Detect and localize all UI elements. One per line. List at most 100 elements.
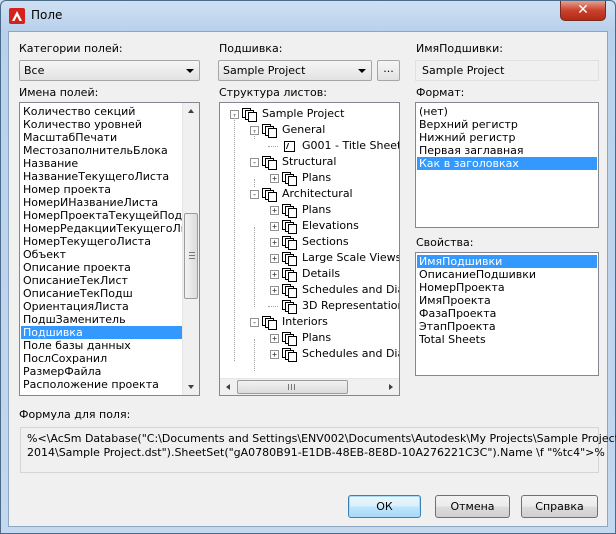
field-name-item[interactable]: Объект (21, 248, 183, 261)
tree-node[interactable]: 3D Representations (220, 298, 399, 314)
expand-icon[interactable]: + (270, 286, 279, 295)
field-name-item[interactable]: Подшивка (21, 326, 183, 339)
tree-node[interactable]: + Large Scale Views (220, 250, 399, 266)
field-name-item[interactable]: ОписаниеТекПодш (21, 287, 183, 300)
collapse-icon[interactable]: - (250, 318, 259, 327)
expand-icon[interactable]: + (270, 254, 279, 263)
subset-icon (282, 299, 299, 314)
sheetset-icon (242, 107, 259, 122)
tree-node[interactable]: + Details (220, 266, 399, 282)
tree-node[interactable]: + Schedules and Diagr (220, 282, 399, 298)
field-name-item[interactable]: НомерТекущегоЛиста (21, 235, 183, 248)
property-item[interactable]: ИмяПроекта (417, 294, 597, 307)
ok-button[interactable]: ОК (348, 495, 421, 518)
expand-icon[interactable]: + (270, 206, 279, 215)
property-item[interactable]: ЭтапПроекта (417, 320, 597, 333)
sheet-icon (282, 139, 299, 153)
expand-icon[interactable]: + (270, 174, 279, 183)
field-name-item[interactable]: Поле базы данных (21, 339, 183, 352)
field-names-scroll-thumb[interactable] (184, 213, 198, 299)
expand-icon[interactable]: + (270, 222, 279, 231)
subset-icon (262, 187, 279, 202)
subset-icon (282, 219, 299, 234)
cancel-button[interactable]: Отмена (435, 495, 510, 518)
tree-node[interactable]: + Plans (220, 330, 399, 346)
property-item[interactable]: НомерПроекта (417, 281, 597, 294)
sheet-tree[interactable]: - Sample Project - General G001 - Title Shee… (219, 102, 400, 396)
property-item[interactable]: Total Sheets (417, 333, 597, 346)
expand-icon[interactable]: + (270, 350, 279, 359)
property-item[interactable]: ОписаниеПодшивки (417, 268, 597, 281)
sheet-tree-scroll-thumb[interactable] (237, 380, 348, 394)
sheet-tree-hscrollbar[interactable] (220, 378, 399, 395)
field-dialog-window: Поле ✕ Категории полей: Все Имена полей:… (0, 0, 616, 534)
expand-icon[interactable]: + (270, 334, 279, 343)
collapse-icon[interactable]: - (250, 158, 259, 167)
format-item[interactable]: Первая заглавная (417, 144, 597, 157)
window-title: Поле (31, 8, 63, 22)
tree-node-label: Sections (302, 235, 349, 248)
field-name-item[interactable]: Количество уровней (21, 118, 183, 131)
field-name-item[interactable]: Номер проекта (21, 183, 183, 196)
close-button[interactable]: ✕ (560, 1, 606, 21)
format-label: Формат: (416, 86, 465, 99)
field-name-item[interactable]: РазмерФайла (21, 365, 183, 378)
property-item[interactable]: ФазаПроекта (417, 307, 597, 320)
collapse-icon[interactable]: - (250, 190, 259, 199)
format-item[interactable]: Нижний регистр (417, 131, 597, 144)
tree-node[interactable]: + Elevations (220, 218, 399, 234)
tree-node[interactable]: + Sections (220, 234, 399, 250)
field-names-scrollbar[interactable] (182, 103, 199, 395)
tree-node[interactable]: + Plans (220, 202, 399, 218)
tree-node[interactable]: - Architectural (220, 186, 399, 202)
field-name-item[interactable]: ОриентацияЛиста (21, 300, 183, 313)
property-item[interactable]: ИмяПодшивки (417, 255, 597, 268)
tree-node[interactable]: - Interiors (220, 314, 399, 330)
format-list[interactable]: (нет) Верхний регистр Нижний регистр Первая… (415, 102, 599, 228)
tree-node[interactable]: - General (220, 122, 399, 138)
tree-node-label: Plans (302, 203, 332, 216)
formula-field[interactable]: %<\AcSm Database("C:\Documents and Setti… (20, 427, 616, 473)
categories-combo[interactable]: Все (19, 60, 200, 81)
expand-icon[interactable]: + (270, 238, 279, 247)
format-items: (нет) Верхний регистр Нижний регистр Первая… (417, 105, 597, 170)
field-name-item[interactable]: МасштабПечати (21, 131, 183, 144)
dropdown-arrow-icon (186, 69, 194, 73)
categories-value: Все (24, 64, 45, 77)
tree-node[interactable]: - Structural (220, 154, 399, 170)
subset-icon (282, 235, 299, 250)
field-name-item[interactable]: ОписаниеТекЛист (21, 274, 183, 287)
help-button[interactable]: Справка (521, 495, 598, 518)
format-item[interactable]: (нет) (417, 105, 597, 118)
format-item[interactable]: Как в заголовках (417, 157, 597, 170)
field-name-item[interactable]: Название (21, 157, 183, 170)
formula-label: Формула для поля: (19, 408, 131, 421)
sheet-tree-nodes: - Sample Project - General G001 - Title Shee… (220, 103, 399, 378)
field-name-item[interactable]: ПодшЗаменитель (21, 313, 183, 326)
tree-node[interactable]: + Plans (220, 170, 399, 186)
tree-node[interactable]: - Sample Project (220, 106, 399, 122)
field-name-item[interactable]: НазваниеТекущегоЛиста (21, 170, 183, 183)
tree-node[interactable]: G001 - Title Sheet (220, 138, 399, 154)
properties-list[interactable]: ИмяПодшивки ОписаниеПодшивки НомерПроекта И… (415, 252, 599, 376)
browse-sheetset-button[interactable]: ... (377, 60, 400, 81)
field-name-item[interactable]: Количество секций (21, 105, 183, 118)
expand-icon[interactable]: + (270, 270, 279, 279)
sheetset-combo[interactable]: Sample Project (218, 60, 372, 81)
tree-node[interactable]: + Schedules and Diagr (220, 346, 399, 362)
format-item[interactable]: Верхний регистр (417, 118, 597, 131)
scroll-left-icon[interactable] (226, 384, 230, 390)
field-name-item[interactable]: МестозаполнительБлока (21, 144, 183, 157)
title-bar[interactable]: Поле ✕ (1, 1, 615, 31)
field-names-list[interactable]: Количество секций Количество уровней Масшт… (19, 102, 200, 396)
scroll-down-icon[interactable] (183, 378, 199, 395)
field-name-item[interactable]: Описание проекта (21, 261, 183, 274)
field-name-item[interactable]: Расположение проекта (21, 378, 183, 391)
scroll-right-icon[interactable] (389, 384, 393, 390)
field-name-item[interactable]: НомерПроектаТекущейПодшивки (21, 209, 199, 222)
scroll-up-icon[interactable] (183, 103, 199, 120)
field-name-item[interactable]: НомерИНазваниеЛиста (21, 196, 183, 209)
field-name-item[interactable]: ПослСохранил (21, 352, 183, 365)
sheetset-value: Sample Project (223, 64, 306, 77)
field-name-item[interactable]: НомерРедакцииТекущегоЛиста (21, 222, 199, 235)
